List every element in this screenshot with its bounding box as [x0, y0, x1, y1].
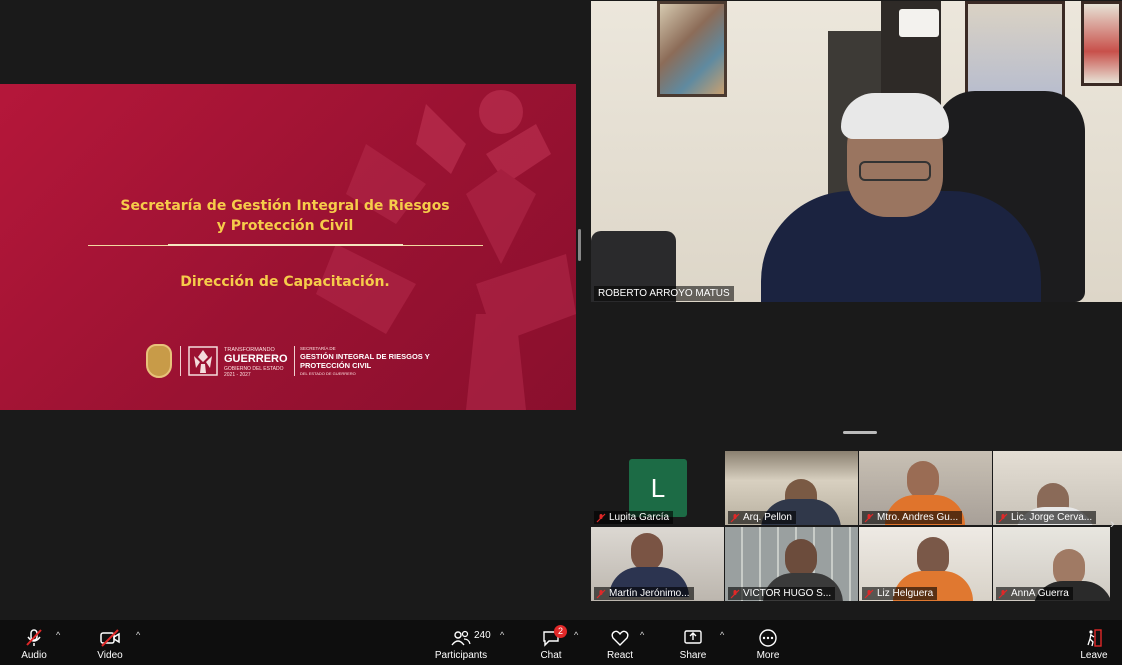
audio-label: Audio — [21, 650, 47, 661]
video-off-icon — [100, 629, 120, 647]
participant-tile[interactable]: AnnA Guerra — [993, 527, 1110, 601]
participant-name: Martín Jerónimo... — [609, 588, 690, 599]
secretaria-name-line2: PROTECCIÓN CIVIL — [300, 361, 372, 370]
gallery-resize-grip[interactable] — [843, 431, 877, 434]
secretaria-name: GESTIÓN INTEGRAL DE RIESGOS Y PROTECCIÓN… — [300, 352, 430, 370]
speaker-hair — [841, 93, 949, 139]
participant-name-tag: Martín Jerónimo... — [594, 587, 694, 600]
muted-mic-icon — [596, 513, 606, 522]
share-screen-icon — [684, 630, 702, 644]
participant-name: Lupita García — [609, 512, 670, 523]
participant-tile[interactable]: L Lupita García — [591, 451, 724, 525]
participants-count: 240 — [474, 630, 491, 641]
leave-button[interactable]: Leave — [1079, 620, 1109, 665]
participant-name-tag: Lic. Jorge Cerva... — [996, 511, 1097, 524]
chat-label: Chat — [540, 650, 562, 661]
slide-title: Secretaría de Gestión Integral de Riesgo… — [110, 196, 460, 236]
participant-name-tag: VICTOR HUGO S... — [728, 587, 836, 600]
logo-divider — [294, 346, 295, 376]
muted-mic-icon — [998, 513, 1008, 522]
muted-mic-icon — [998, 589, 1008, 598]
participant-tile[interactable]: Mtro. Andres Gu... — [859, 451, 992, 525]
participant-tile[interactable]: Martín Jerónimo... — [591, 527, 724, 601]
state-seal-icon — [146, 344, 172, 378]
participant-tile[interactable]: Liz Helguera — [859, 527, 992, 601]
brand-name: GUERRERO — [224, 353, 288, 365]
participant-name: Mtro. Andres Gu... — [877, 512, 959, 523]
participant-face — [907, 461, 939, 499]
more-button[interactable]: More — [753, 620, 783, 665]
muted-mic-icon — [730, 589, 740, 598]
slide-title-line1: Secretaría de Gestión Integral de Riesgo… — [120, 198, 450, 214]
react-label: React — [606, 650, 634, 661]
participant-avatar: L — [629, 459, 687, 517]
participant-name: Liz Helguera — [877, 588, 934, 599]
leave-label: Leave — [1080, 650, 1108, 661]
slide-divider — [88, 244, 483, 246]
muted-mic-icon — [26, 629, 42, 646]
participants-button[interactable]: Participants — [432, 620, 490, 665]
active-speaker-video[interactable]: ROBERTO ARROYO MATUS — [591, 1, 1122, 302]
secretaria-small-text: SECRETARÍA DE — [300, 346, 336, 351]
participant-name: Lic. Jorge Cerva... — [1011, 512, 1093, 523]
speaker-glasses — [859, 161, 931, 181]
participant-name-tag: Liz Helguera — [862, 587, 938, 600]
brand-sub: GOBIERNO DEL ESTADO 2021 - 2027 — [224, 366, 283, 378]
participant-name-tag: Arq. Pellon — [728, 511, 796, 524]
react-heart-icon — [611, 630, 629, 646]
muted-mic-icon — [864, 589, 874, 598]
react-options-chevron-icon[interactable]: ^ — [640, 630, 644, 640]
secretaria-foot-text: DEL ESTADO DE GUERRERO — [300, 371, 356, 376]
slide-logos: TRANSFORMANDO GUERRERO GOBIERNO DEL ESTA… — [146, 342, 446, 382]
video-label: Video — [97, 650, 123, 661]
share-label: Share — [679, 650, 707, 661]
participant-face — [785, 539, 817, 577]
participant-name-tag: Lupita García — [594, 511, 674, 524]
participant-name-tag: Mtro. Andres Gu... — [862, 511, 963, 524]
logo-divider — [180, 346, 181, 376]
share-options-chevron-icon[interactable]: ^ — [720, 630, 724, 640]
muted-mic-icon — [730, 513, 740, 522]
muted-mic-icon — [596, 589, 606, 598]
participant-name: VICTOR HUGO S... — [743, 588, 832, 599]
participant-name: AnnA Guerra — [1011, 588, 1069, 599]
shared-slide: Secretaría de Gestión Integral de Riesgo… — [0, 84, 576, 410]
participants-icon — [451, 630, 471, 646]
more-label: More — [756, 650, 780, 661]
muted-mic-icon — [864, 513, 874, 522]
participant-name: Arq. Pellon — [743, 512, 792, 523]
share-button[interactable]: Share — [678, 620, 708, 665]
participants-label: Participants — [434, 650, 488, 661]
react-button[interactable]: React — [604, 620, 636, 665]
audio-options-chevron-icon[interactable]: ^ — [56, 630, 60, 640]
participant-tile[interactable]: Lic. Jorge Cerva... — [993, 451, 1122, 525]
air-conditioner — [899, 9, 939, 37]
participant-name-tag: AnnA Guerra — [996, 587, 1073, 600]
chat-unread-badge: 2 — [554, 625, 567, 638]
wall-painting — [657, 1, 727, 97]
speaker-name-label: ROBERTO ARROYO MATUS — [594, 286, 734, 301]
participant-tile[interactable]: Arq. Pellon — [725, 451, 858, 525]
slide-title-line2: y Protección Civil — [216, 218, 354, 234]
video-options-chevron-icon[interactable]: ^ — [136, 630, 140, 640]
chat-options-chevron-icon[interactable]: ^ — [574, 630, 578, 640]
split-resize-handle[interactable] — [578, 229, 581, 261]
leave-door-icon — [1087, 629, 1102, 647]
brand-sub-line2: 2021 - 2027 — [224, 372, 251, 378]
audio-button[interactable]: Audio — [18, 620, 50, 665]
slide-subtitle: Dirección de Capacitación. — [180, 274, 390, 290]
participants-options-chevron-icon[interactable]: ^ — [500, 630, 504, 640]
more-ellipsis-icon — [759, 629, 777, 647]
participant-face — [917, 537, 949, 575]
participant-face — [631, 533, 663, 571]
guerrero-emblem-icon — [188, 346, 218, 376]
meeting-stage: Secretaría de Gestión Integral de Riesgo… — [0, 0, 1122, 620]
meeting-toolbar: Audio ^ Video ^ Participants 240 ^ Chat … — [0, 620, 1122, 665]
participant-tile[interactable]: VICTOR HUGO S... — [725, 527, 858, 601]
video-button[interactable]: Video — [94, 620, 126, 665]
secretaria-name-line1: GESTIÓN INTEGRAL DE RIESGOS Y — [300, 352, 430, 361]
gallery-next-icon[interactable]: › — [1110, 515, 1122, 535]
flag-frame — [1081, 1, 1122, 86]
